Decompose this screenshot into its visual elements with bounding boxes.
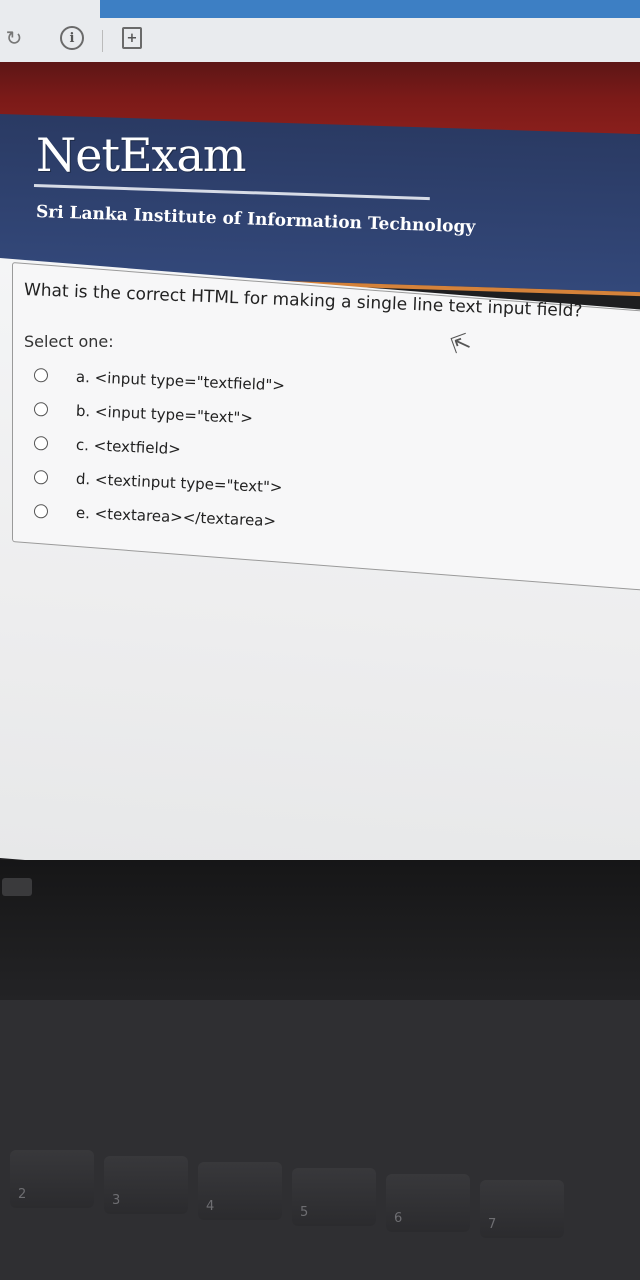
reload-icon[interactable]: ↻	[0, 24, 28, 52]
keyboard-deck	[0, 1000, 640, 1280]
keyboard-key: 4	[198, 1162, 282, 1220]
keyboard-key: 2	[10, 1150, 94, 1208]
info-icon[interactable]: i	[58, 24, 86, 52]
bookmark-add-icon[interactable]: +	[118, 24, 146, 52]
radio-button[interactable]	[33, 436, 49, 451]
radio-button[interactable]	[33, 402, 49, 417]
browser-tab-strip[interactable]	[100, 0, 640, 18]
keyboard-key: 7	[480, 1180, 564, 1238]
select-prompt: Select one:	[24, 332, 114, 351]
radio-button[interactable]	[33, 470, 49, 485]
radio-button[interactable]	[33, 504, 49, 519]
radio-button[interactable]	[33, 368, 49, 383]
keyboard-key: 3	[104, 1156, 188, 1214]
netexam-logo[interactable]: NetExam	[36, 128, 247, 182]
toolbar-divider	[102, 30, 103, 52]
bezel-indicator	[2, 878, 32, 896]
browser-toolbar: ↻ i +	[0, 0, 640, 62]
keyboard-key: 5	[292, 1168, 376, 1226]
keyboard-key: 6	[386, 1174, 470, 1232]
